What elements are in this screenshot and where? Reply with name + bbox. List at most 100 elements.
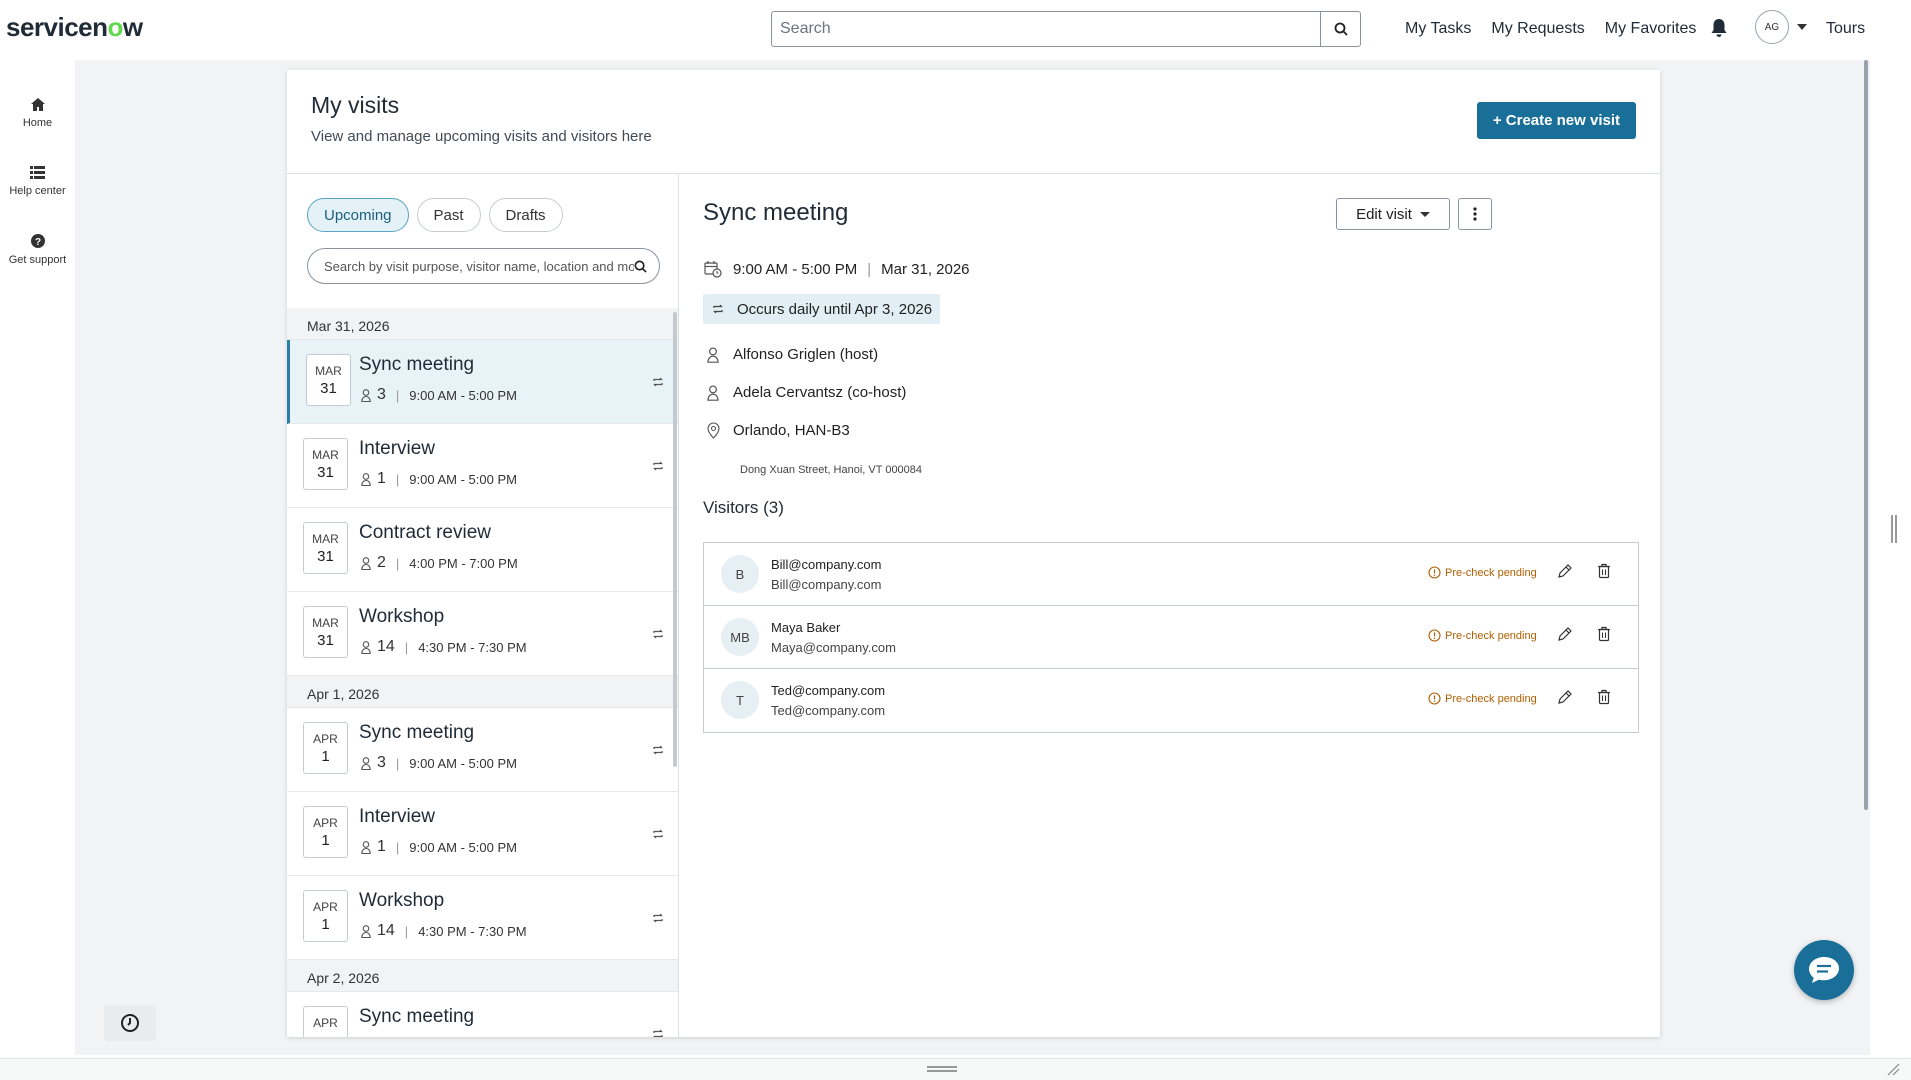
- precheck-status: Pre-check pending: [1428, 566, 1537, 579]
- repeat-icon: [653, 913, 663, 923]
- visit-list-item[interactable]: APR 1 Sync meeting 3 | 9:00 AM - 5:00 PM: [287, 708, 678, 792]
- date-badge: MAR 31: [303, 438, 348, 490]
- user-avatar[interactable]: AG: [1755, 10, 1789, 44]
- rail-item-get-support[interactable]: ? Get support: [0, 234, 75, 266]
- visit-title: Contract review: [359, 522, 491, 543]
- tab-drafts[interactable]: Drafts: [488, 198, 563, 232]
- repeat-icon: [653, 629, 663, 639]
- date-badge: MAR 31: [306, 354, 351, 406]
- visit-list-item[interactable]: MAR 31 Interview 1 | 9:00 AM - 5:00 PM: [287, 424, 678, 508]
- visitor-email: Bill@company.com: [771, 577, 882, 592]
- repeat-icon: [653, 1029, 663, 1037]
- repeat-icon: [653, 829, 663, 839]
- visit-search: [307, 248, 660, 284]
- rail-item-help-center[interactable]: Help center: [0, 166, 75, 197]
- visit-time: 9:00 AM - 5:00 PM: [409, 755, 517, 771]
- edit-visit-button[interactable]: Edit visit: [1336, 198, 1450, 230]
- date-day: 31: [317, 464, 334, 481]
- page-scrollbar[interactable]: [1864, 60, 1868, 810]
- visit-list-item[interactable]: APR 1 Interview 1 | 9:00 AM - 5:00 PM: [287, 792, 678, 876]
- notifications-bell-icon[interactable]: [1710, 18, 1728, 43]
- visit-title: Sync meeting: [359, 1006, 475, 1027]
- date-day: 31: [320, 380, 337, 397]
- side-resize-handle[interactable]: [1891, 515, 1897, 543]
- edit-visit-label: Edit visit: [1356, 205, 1412, 223]
- date-day: 31: [317, 632, 334, 649]
- date-badge: APR 1: [303, 806, 348, 858]
- visitor-row: MB Maya Baker Maya@company.com Pre-check…: [704, 606, 1638, 669]
- trash-icon[interactable]: [1597, 563, 1611, 579]
- visit-meta: 2 | 4:00 PM - 7:00 PM: [361, 554, 518, 572]
- detail-schedule: 9:00 AM - 5:00 PM | Mar 31, 2026: [703, 260, 970, 278]
- tab-past[interactable]: Past: [416, 198, 481, 232]
- visitor-count: 3: [377, 386, 386, 403]
- rail-item-label: Home: [22, 117, 53, 129]
- edit-pencil-icon[interactable]: [1557, 563, 1573, 579]
- edit-pencil-icon[interactable]: [1557, 626, 1573, 642]
- visit-meta: 14 | 4:30 PM - 7:30 PM: [361, 638, 527, 656]
- search-icon: [1334, 22, 1348, 36]
- date-month: APR: [313, 900, 338, 914]
- visit-time: 9:00 AM - 5:00 PM: [409, 839, 517, 855]
- more-options-button[interactable]: [1458, 198, 1492, 230]
- person-icon: [707, 346, 719, 363]
- rail-item-home[interactable]: Home: [0, 98, 75, 129]
- chat-bubble-icon: [1809, 957, 1839, 983]
- trash-icon[interactable]: [1597, 689, 1611, 705]
- date-month: MAR: [312, 448, 339, 462]
- visit-title: Sync meeting: [359, 722, 475, 743]
- visit-time: 4:30 PM - 7:30 PM: [418, 639, 527, 655]
- visit-list-item[interactable]: APR 1 Workshop 14 | 4:30 PM - 7:30 PM: [287, 876, 678, 960]
- chat-button[interactable]: [1794, 940, 1854, 1000]
- visit-list-item[interactable]: MAR 31 Contract review 2 | 4:00 PM - 7:0…: [287, 508, 678, 592]
- search-icon[interactable]: [634, 260, 647, 273]
- person-icon: [361, 556, 371, 570]
- separator: |: [404, 639, 409, 655]
- my-visits-card: My visits View and manage upcoming visit…: [287, 70, 1660, 1037]
- drag-handle[interactable]: [927, 1066, 957, 1072]
- detail-date: Mar 31, 2026: [881, 260, 970, 278]
- servicenow-logo[interactable]: servicenow: [6, 12, 143, 43]
- chevron-down-icon[interactable]: [1797, 24, 1807, 30]
- global-search-input[interactable]: [772, 12, 1320, 46]
- visitor-count: 2: [377, 554, 386, 571]
- repeat-icon: [653, 745, 663, 755]
- repeat-icon: [653, 461, 663, 471]
- person-icon: [361, 640, 371, 654]
- visit-list-item[interactable]: APR Sync meeting: [287, 992, 678, 1037]
- precheck-status: Pre-check pending: [1428, 692, 1537, 705]
- nav-my-tasks[interactable]: My Tasks: [1405, 20, 1471, 38]
- visit-search-input[interactable]: [324, 258, 634, 274]
- visitor-count: 14: [377, 922, 395, 939]
- date-month: APR: [313, 1016, 338, 1030]
- person-icon: [361, 840, 371, 854]
- tab-upcoming[interactable]: Upcoming: [307, 198, 409, 232]
- trash-icon[interactable]: [1597, 626, 1611, 642]
- date-badge: MAR 31: [303, 606, 348, 658]
- location-pin-icon: [706, 422, 720, 439]
- separator: |: [395, 387, 400, 403]
- chevron-down-icon: [1419, 211, 1430, 217]
- visitor-count: 3: [377, 754, 386, 771]
- global-search-button[interactable]: [1320, 12, 1360, 46]
- edit-pencil-icon[interactable]: [1557, 689, 1573, 705]
- create-new-visit-button[interactable]: + Create new visit: [1476, 102, 1636, 139]
- visitor-row: T Ted@company.com Ted@company.com Pre-ch…: [704, 669, 1638, 732]
- visit-list-item[interactable]: MAR 31 Sync meeting 3 | 9:00 AM - 5:00 P…: [287, 340, 678, 424]
- resize-corner-icon[interactable]: [1886, 1062, 1900, 1076]
- date-month: MAR: [312, 616, 339, 630]
- visit-meta: 3 | 9:00 AM - 5:00 PM: [361, 386, 517, 404]
- visit-list-item[interactable]: MAR 31 Workshop 14 | 4:30 PM - 7:30 PM: [287, 592, 678, 676]
- nav-my-requests[interactable]: My Requests: [1491, 20, 1584, 38]
- separator: |: [395, 755, 400, 771]
- tours-link[interactable]: Tours: [1826, 20, 1865, 38]
- calendar-clock-icon: [704, 261, 722, 278]
- repeat-icon: [713, 304, 723, 314]
- visit-list-panel: Upcoming Past Drafts Mar 31, 2026 MAR 31…: [287, 174, 679, 1037]
- visit-title: Interview: [359, 806, 436, 827]
- separator: |: [404, 923, 409, 939]
- list-scrollbar[interactable]: [673, 312, 677, 767]
- history-button[interactable]: [104, 1005, 156, 1041]
- nav-my-favorites[interactable]: My Favorites: [1605, 20, 1697, 38]
- date-badge: APR 1: [303, 890, 348, 942]
